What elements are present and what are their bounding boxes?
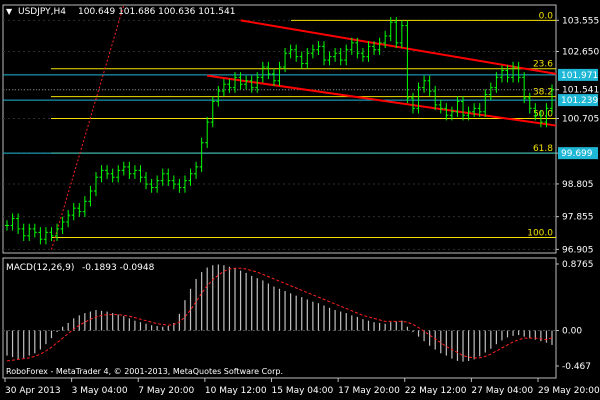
fib-level-label: 50.0: [533, 109, 553, 119]
x-tick-label: 22 May 12:00: [405, 386, 467, 396]
trend-dotted-line: [51, 4, 125, 250]
y-tick-label: 97.855: [562, 213, 594, 223]
y-tick-label: 96.905: [562, 245, 594, 255]
x-tick-label: 7 May 20:00: [138, 386, 194, 396]
fib-level-label: 23.6: [533, 60, 553, 70]
y-tick-label: 98.805: [562, 180, 594, 190]
macd-y-tick-label: 0.8765: [562, 260, 594, 270]
x-tick-label: 10 May 12:00: [205, 386, 267, 396]
x-tick-label: 30 Apr 2013: [5, 386, 61, 396]
x-tick-label: 27 May 04:00: [471, 386, 533, 396]
title-arrow-icon: ▼: [6, 7, 13, 16]
price-level-label: 101.971: [561, 71, 598, 81]
macd-title: MACD(12,26,9): [6, 263, 74, 273]
x-tick-label: 3 May 04:00: [72, 386, 128, 396]
chart-canvas: 103.555102.650101.541100.70599.69998.805…: [2, 4, 600, 396]
price-level-label: 99.699: [561, 149, 593, 159]
chart-root: 103.555102.650101.541100.70599.69998.805…: [0, 0, 600, 400]
copyright-text: RoboForex - MetaTrader 4, © 2001-2013, M…: [6, 367, 283, 376]
chart-title: USDJPY,H4: [18, 7, 66, 17]
price-level-label: 101.239: [561, 96, 598, 106]
main-panel-frame: [2, 4, 557, 254]
macd-y-tick-label: 0.00: [562, 327, 582, 337]
x-tick-label: 29 May 20:00: [538, 386, 600, 396]
fib-level-label: 38.2: [533, 88, 553, 98]
x-tick-label: 17 May 20:00: [338, 386, 400, 396]
channel-upper-line: [240, 19, 557, 75]
ohlc-header: 100.649 101.686 100.636 101.541: [78, 7, 235, 17]
y-tick-label: 103.555: [562, 16, 599, 26]
macd-y-tick-label: -0.467: [562, 362, 591, 372]
y-tick-label: 102.650: [562, 48, 599, 58]
fib-level-label: 0.0: [539, 11, 554, 21]
y-tick-label: 100.705: [562, 114, 599, 124]
fib-level-label: 100.0: [527, 229, 553, 239]
macd-values-header: -0.1893 -0.0948: [82, 263, 155, 273]
x-tick-label: 15 May 04:00: [272, 386, 334, 396]
